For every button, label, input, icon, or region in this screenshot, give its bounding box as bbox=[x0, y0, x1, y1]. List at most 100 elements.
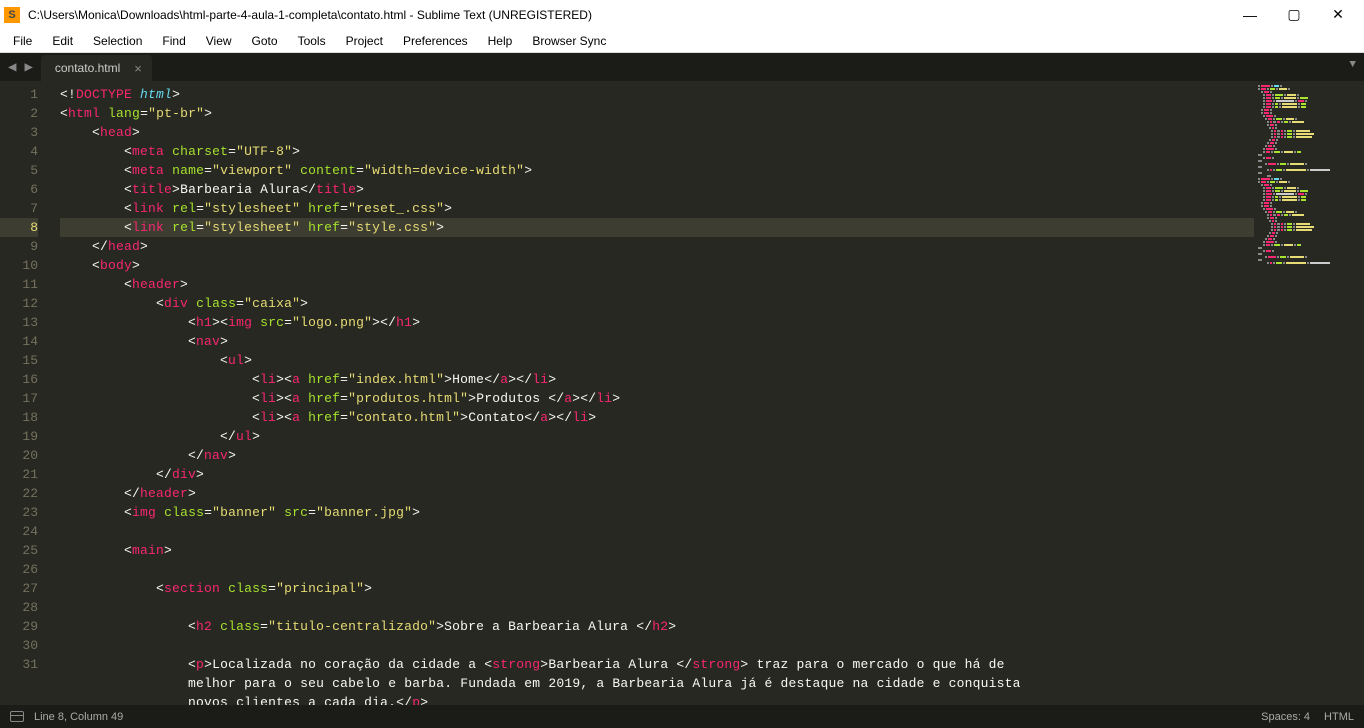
line-number: 28 bbox=[0, 598, 38, 617]
code-line[interactable]: <head> bbox=[60, 123, 1254, 142]
line-number: 22 bbox=[0, 484, 38, 503]
line-number: 14 bbox=[0, 332, 38, 351]
editor: 1234567891011121314151617181920212223242… bbox=[0, 81, 1364, 705]
line-number: 9 bbox=[0, 237, 38, 256]
line-number: 30 bbox=[0, 636, 38, 655]
window-title: C:\Users\Monica\Downloads\html-parte-4-a… bbox=[28, 8, 1228, 22]
menu-preferences[interactable]: Preferences bbox=[394, 32, 477, 50]
code-line[interactable]: <title>Barbearia Alura</title> bbox=[60, 180, 1254, 199]
line-number: 8 bbox=[0, 218, 38, 237]
code-line[interactable]: <main> bbox=[60, 541, 1254, 560]
line-number: 7 bbox=[0, 199, 38, 218]
line-number: 20 bbox=[0, 446, 38, 465]
code-area[interactable]: <!DOCTYPE html><html lang="pt-br"> <head… bbox=[50, 81, 1254, 705]
line-number: 24 bbox=[0, 522, 38, 541]
code-line[interactable]: </nav> bbox=[60, 446, 1254, 465]
minimize-button[interactable]: — bbox=[1228, 0, 1272, 29]
window-controls: — ▢ ✕ bbox=[1228, 0, 1360, 29]
tab-back-icon[interactable]: ◀ bbox=[8, 59, 16, 76]
line-number: 6 bbox=[0, 180, 38, 199]
line-number: 10 bbox=[0, 256, 38, 275]
line-number: 18 bbox=[0, 408, 38, 427]
status-syntax[interactable]: HTML bbox=[1324, 711, 1354, 723]
line-number: 31 bbox=[0, 655, 38, 674]
code-line[interactable]: <li><a href="produtos.html">Produtos </a… bbox=[60, 389, 1254, 408]
code-line[interactable]: <meta name="viewport" content="width=dev… bbox=[60, 161, 1254, 180]
code-line[interactable]: <meta charset="UTF-8"> bbox=[60, 142, 1254, 161]
code-line[interactable] bbox=[60, 598, 1254, 617]
menu-edit[interactable]: Edit bbox=[43, 32, 82, 50]
menu-file[interactable]: File bbox=[4, 32, 41, 50]
code-line[interactable]: <section class="principal"> bbox=[60, 579, 1254, 598]
line-number: 3 bbox=[0, 123, 38, 142]
app-icon: S bbox=[4, 7, 20, 23]
menu-selection[interactable]: Selection bbox=[84, 32, 151, 50]
code-line[interactable]: <html lang="pt-br"> bbox=[60, 104, 1254, 123]
code-line[interactable]: <ul> bbox=[60, 351, 1254, 370]
line-number: 21 bbox=[0, 465, 38, 484]
panel-switcher-icon[interactable] bbox=[10, 711, 24, 722]
code-line[interactable]: <img class="banner" src="banner.jpg"> bbox=[60, 503, 1254, 522]
statusbar: Line 8, Column 49 Spaces: 4 HTML bbox=[0, 705, 1364, 728]
code-line[interactable]: </ul> bbox=[60, 427, 1254, 446]
menu-goto[interactable]: Goto bbox=[243, 32, 287, 50]
line-number: 19 bbox=[0, 427, 38, 446]
tab-nav-arrows: ◀ ▶ bbox=[0, 53, 41, 81]
menu-browser-sync[interactable]: Browser Sync bbox=[523, 32, 615, 50]
line-number: 4 bbox=[0, 142, 38, 161]
tab-bar: ◀ ▶ contato.html × ▼ bbox=[0, 53, 1364, 81]
menu-view[interactable]: View bbox=[197, 32, 241, 50]
tab-forward-icon[interactable]: ▶ bbox=[24, 59, 32, 76]
maximize-button[interactable]: ▢ bbox=[1272, 0, 1316, 29]
close-button[interactable]: ✕ bbox=[1316, 0, 1360, 29]
code-line[interactable]: novos clientes a cada dia.</p> bbox=[60, 693, 1254, 705]
line-number: 26 bbox=[0, 560, 38, 579]
line-number: 17 bbox=[0, 389, 38, 408]
line-number: 16 bbox=[0, 370, 38, 389]
line-number: 25 bbox=[0, 541, 38, 560]
code-line[interactable]: <!DOCTYPE html> bbox=[60, 85, 1254, 104]
menu-help[interactable]: Help bbox=[479, 32, 522, 50]
line-number: 1 bbox=[0, 85, 38, 104]
code-line[interactable]: <body> bbox=[60, 256, 1254, 275]
code-line[interactable]: </head> bbox=[60, 237, 1254, 256]
code-line[interactable]: <h2 class="titulo-centralizado">Sobre a … bbox=[60, 617, 1254, 636]
line-number: 13 bbox=[0, 313, 38, 332]
tab-close-icon[interactable]: × bbox=[134, 61, 142, 76]
code-line[interactable] bbox=[60, 522, 1254, 541]
code-line[interactable]: <li><a href="index.html">Home</a></li> bbox=[60, 370, 1254, 389]
code-line[interactable]: <li><a href="contato.html">Contato</a></… bbox=[60, 408, 1254, 427]
status-position: Line 8, Column 49 bbox=[34, 711, 123, 723]
line-number: 11 bbox=[0, 275, 38, 294]
line-number: 29 bbox=[0, 617, 38, 636]
menu-project[interactable]: Project bbox=[337, 32, 392, 50]
code-line[interactable] bbox=[60, 636, 1254, 655]
code-line[interactable]: <div class="caixa"> bbox=[60, 294, 1254, 313]
line-number: 27 bbox=[0, 579, 38, 598]
status-spaces[interactable]: Spaces: 4 bbox=[1261, 711, 1310, 723]
minimap[interactable] bbox=[1254, 81, 1364, 705]
code-line[interactable]: <link rel="stylesheet" href="style.css"> bbox=[60, 218, 1254, 237]
menu-find[interactable]: Find bbox=[153, 32, 194, 50]
tab-contato[interactable]: contato.html × bbox=[41, 55, 152, 81]
tab-label: contato.html bbox=[55, 61, 120, 75]
code-line[interactable]: melhor para o seu cabelo e barba. Fundad… bbox=[60, 674, 1254, 693]
code-line[interactable] bbox=[60, 560, 1254, 579]
line-number: 23 bbox=[0, 503, 38, 522]
code-line[interactable]: <header> bbox=[60, 275, 1254, 294]
line-number: 12 bbox=[0, 294, 38, 313]
gutter: 1234567891011121314151617181920212223242… bbox=[0, 81, 50, 705]
line-number: 5 bbox=[0, 161, 38, 180]
code-line[interactable]: </div> bbox=[60, 465, 1254, 484]
code-line[interactable]: <p>Localizada no coração da cidade a <st… bbox=[60, 655, 1254, 674]
line-number: 2 bbox=[0, 104, 38, 123]
code-line[interactable]: <h1><img src="logo.png"></h1> bbox=[60, 313, 1254, 332]
line-number: 15 bbox=[0, 351, 38, 370]
code-line[interactable]: </header> bbox=[60, 484, 1254, 503]
titlebar: S C:\Users\Monica\Downloads\html-parte-4… bbox=[0, 0, 1364, 29]
menu-tools[interactable]: Tools bbox=[289, 32, 335, 50]
tab-overflow-icon[interactable]: ▼ bbox=[1349, 59, 1356, 71]
code-line[interactable]: <link rel="stylesheet" href="reset_.css"… bbox=[60, 199, 1254, 218]
code-line[interactable]: <nav> bbox=[60, 332, 1254, 351]
menubar: FileEditSelectionFindViewGotoToolsProjec… bbox=[0, 29, 1364, 53]
